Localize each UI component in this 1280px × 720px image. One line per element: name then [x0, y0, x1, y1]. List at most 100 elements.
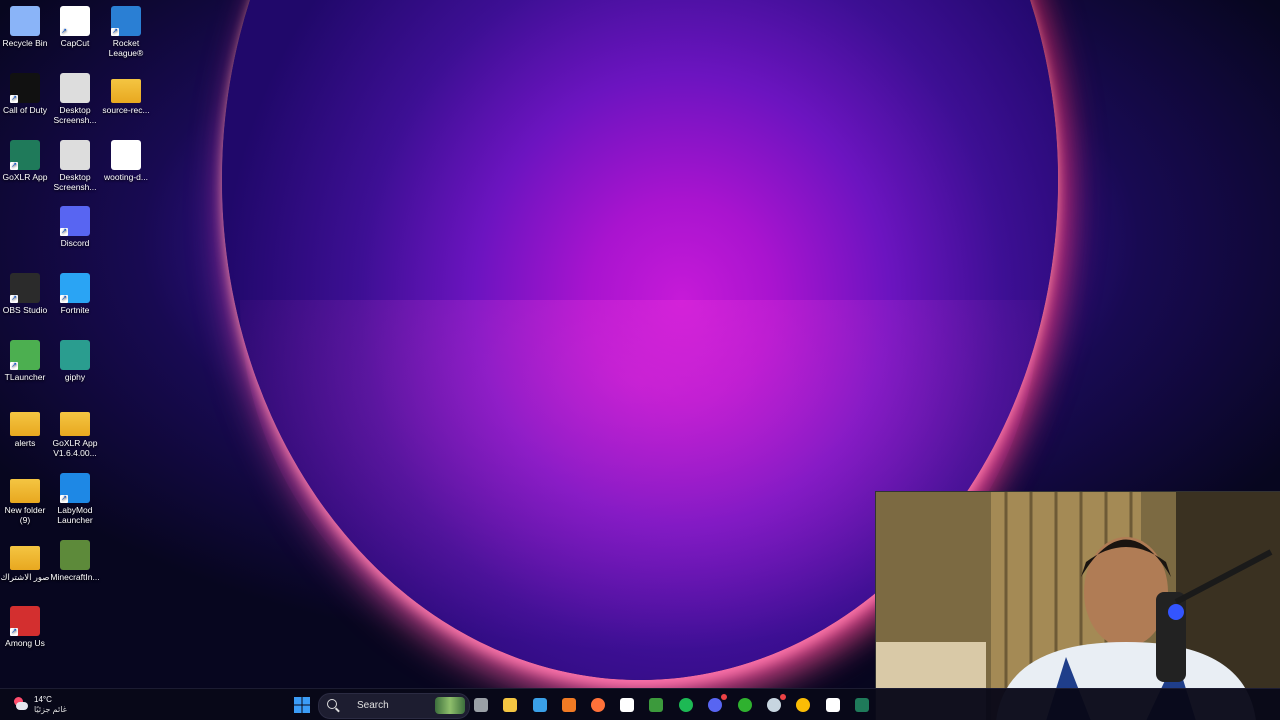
desktop-icon[interactable]: Desktop Screensh...	[50, 134, 100, 192]
desktop-icon-label: CapCut	[60, 38, 90, 48]
start-button[interactable]	[292, 695, 312, 715]
copilot-icon	[533, 698, 547, 712]
shortcut-arrow-icon: ↗	[10, 362, 18, 370]
desktop-icon-label: Among Us	[5, 638, 45, 648]
desktop-icon-label: LabyMod Launcher	[57, 505, 93, 525]
desktop-icon[interactable]: ↗ Rocket League®	[101, 0, 151, 58]
desktop-icon[interactable]: ↗ TLauncher	[0, 334, 50, 382]
weather-cloud-icon	[12, 697, 28, 711]
folder-icon	[10, 479, 40, 503]
capcut-icon: ↗	[60, 6, 90, 36]
firefox-icon	[591, 698, 605, 712]
search-icon	[327, 699, 337, 709]
taskbar-search-box[interactable]: Search	[318, 693, 470, 719]
xbox-button[interactable]	[735, 695, 755, 715]
weather-temp: 14°C	[34, 695, 52, 704]
recycle-bin-icon	[10, 6, 40, 36]
desktop-icon[interactable]: Recycle Bin	[0, 0, 50, 48]
capcut-button[interactable]	[823, 695, 843, 715]
desktop-icon-label: GoXLR App V1.6.4.00...	[52, 438, 98, 458]
desktop-icon-label: Discord	[60, 238, 90, 248]
desktop-icon[interactable]: New folder (9)	[0, 467, 50, 525]
desktop-icon[interactable]: alerts	[0, 400, 50, 448]
weather-widget[interactable]: 14°C غائم جزئيًا	[8, 693, 88, 717]
wooting-icon	[620, 698, 634, 712]
taskbar: 14°C غائم جزئيًا Search	[0, 688, 1280, 720]
goxlr-button[interactable]	[852, 695, 872, 715]
chrome-button[interactable]	[793, 695, 813, 715]
weather-condition: غائم جزئيًا	[34, 705, 67, 714]
folder-icon	[10, 412, 40, 436]
goxlr-icon: ↗	[10, 140, 40, 170]
wooting-icon	[111, 140, 141, 170]
desktop-icon-label: New folder (9)	[4, 505, 46, 525]
copilot-button[interactable]	[530, 695, 550, 715]
desktop-icon[interactable]: ↗ GoXLR App	[0, 134, 50, 182]
folder-icon	[10, 546, 40, 570]
webcam-person-icon	[876, 492, 1280, 720]
windows-start-icon	[294, 697, 310, 713]
screenshot-file-icon	[60, 140, 90, 170]
capcut-icon	[826, 698, 840, 712]
desktop-icon[interactable]: ↗ Call of Duty	[0, 67, 50, 115]
file-explorer-icon	[503, 698, 517, 712]
desktop-icon[interactable]: ↗ OBS Studio	[0, 267, 50, 315]
rocket-league-icon: ↗	[111, 6, 141, 36]
shortcut-arrow-icon: ↗	[60, 28, 68, 36]
shortcut-arrow-icon: ↗	[60, 495, 68, 503]
desktop-icon-label: Recycle Bin	[2, 38, 48, 48]
desktop-icon-label: source-rec...	[102, 105, 150, 115]
desktop-icon[interactable]: Desktop Screensh...	[50, 67, 100, 125]
desktop-icon-label: TLauncher	[4, 372, 46, 382]
desktop-icon[interactable]: صور الاشتراك	[0, 534, 50, 582]
goxlr-icon	[855, 698, 869, 712]
discord-icon	[708, 698, 722, 712]
among-us-icon: ↗	[10, 606, 40, 636]
desktop-icon[interactable]: giphy	[50, 334, 100, 382]
desktop-icon[interactable]: source-rec...	[101, 67, 151, 115]
app-orange-button[interactable]	[559, 695, 579, 715]
minecraft-launcher-button[interactable]	[646, 695, 666, 715]
chrome-icon	[796, 698, 810, 712]
webcam-overlay	[875, 491, 1280, 720]
desktop-icon-label: wooting-d...	[104, 172, 148, 182]
screenshot-file-icon	[60, 73, 90, 103]
steam-notification-dot	[780, 694, 786, 700]
orange-app-icon	[562, 698, 576, 712]
desktop-icon[interactable]: ↗ LabyMod Launcher	[50, 467, 100, 525]
steam-icon	[767, 698, 781, 712]
shortcut-arrow-icon: ↗	[60, 228, 68, 236]
folder-icon	[111, 79, 141, 103]
shortcut-arrow-icon: ↗	[111, 28, 119, 36]
spotify-button[interactable]	[676, 695, 696, 715]
desktop-icon[interactable]: ↗ Fortnite	[50, 267, 100, 315]
desktop-icon[interactable]: GoXLR App V1.6.4.00...	[50, 400, 100, 458]
desktop-icon[interactable]: wooting-d...	[101, 134, 151, 182]
folder-icon	[60, 412, 90, 436]
firefox-button[interactable]	[588, 695, 608, 715]
desktop-icon-label: Rocket League®	[108, 38, 144, 58]
desktop-icon-label: OBS Studio	[2, 305, 48, 315]
desktop-icon[interactable]: ↗ Among Us	[0, 600, 50, 648]
desktop-icon[interactable]: ↗ CapCut	[50, 0, 100, 48]
desktop-icon[interactable]: MinecraftIn...	[50, 534, 100, 582]
task-view-button[interactable]	[471, 695, 491, 715]
spotify-icon	[679, 698, 693, 712]
minecraft-icon	[649, 698, 663, 712]
wooting-button[interactable]	[617, 695, 637, 715]
xbox-icon	[738, 698, 752, 712]
file-explorer-button[interactable]	[500, 695, 520, 715]
discord-notification-dot	[721, 694, 727, 700]
giphy-icon	[60, 340, 90, 370]
call-of-duty-icon: ↗	[10, 73, 40, 103]
desktop-icon-label: Desktop Screensh...	[53, 172, 97, 192]
obs-icon: ↗	[10, 273, 40, 303]
search-highlight-icon	[435, 697, 465, 714]
fortnite-icon: ↗	[60, 273, 90, 303]
desktop-icon-label: Fortnite	[60, 305, 90, 315]
desktop-icon-label: GoXLR App	[2, 172, 48, 182]
desktop-icon[interactable]: ↗ Discord	[50, 200, 100, 248]
task-view-icon	[474, 698, 488, 712]
labymod-icon: ↗	[60, 473, 90, 503]
desktop-icon-label: Call of Duty	[3, 105, 47, 115]
